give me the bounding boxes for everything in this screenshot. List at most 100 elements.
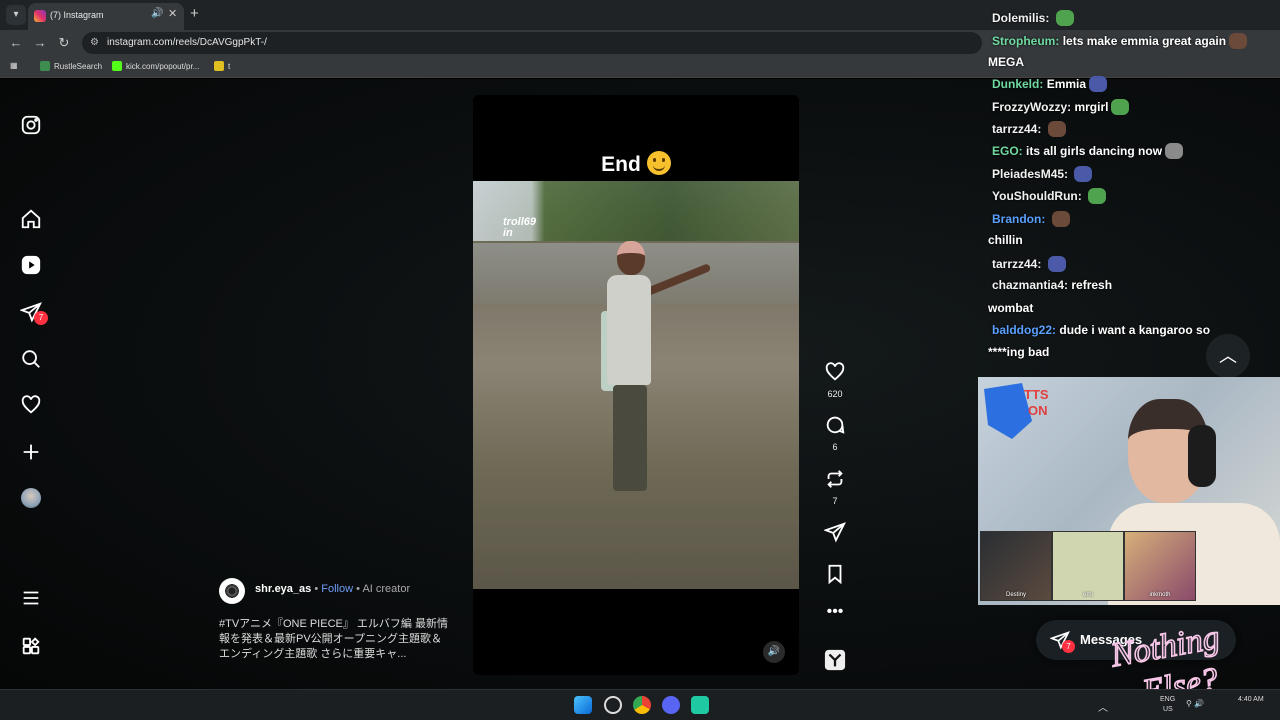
chat-message: MEGA	[988, 55, 1024, 69]
wifi-volume-icons[interactable]: ⚲ 🔊	[1186, 699, 1204, 708]
share-button[interactable]	[820, 521, 850, 548]
chat-username[interactable]: tarrzz44:	[992, 257, 1041, 271]
clock-time[interactable]: 4:40 AM	[1238, 696, 1264, 703]
guest-tile-label: emi	[1083, 592, 1093, 598]
save-button[interactable]	[820, 563, 850, 590]
rustlesearch-icon	[40, 61, 50, 71]
video-watermark: troll69 in	[503, 216, 537, 239]
chat-message: Dolemilis:	[992, 10, 1077, 26]
author-tag: AI creator	[362, 583, 411, 595]
chat-text: ****ing bad	[988, 345, 1050, 359]
home-icon[interactable]	[20, 208, 42, 230]
audio-track-thumbnail[interactable]	[820, 649, 850, 676]
chat-username[interactable]: PleiadesM45:	[992, 167, 1068, 181]
chat-text: chillin	[988, 233, 1023, 247]
tts-sign-line-2: ON	[1028, 403, 1048, 418]
chat-text: MEGA	[988, 55, 1024, 69]
separator-dot: •	[314, 583, 319, 595]
guest-tile-label: inkmoth	[1149, 592, 1171, 598]
chat-message: chillin	[988, 233, 1023, 247]
guest-tile-2: emi	[1052, 531, 1124, 601]
close-tab-icon[interactable]: ✕	[168, 7, 177, 20]
author-name[interactable]: shr.eya_as	[255, 583, 311, 595]
chat-message: YouShouldRun:	[992, 188, 1109, 204]
reels-icon[interactable]	[20, 254, 42, 276]
guest-tile-3: inkmoth	[1124, 531, 1196, 601]
create-plus-icon[interactable]	[20, 441, 42, 463]
like-button[interactable]: 620	[820, 361, 850, 399]
overlay-text: End	[601, 153, 641, 176]
language-indicator[interactable]: ENG	[1160, 696, 1175, 703]
video-overlay-title: End	[473, 151, 799, 177]
author-avatar[interactable]	[219, 578, 245, 604]
discord-icon[interactable]	[662, 696, 680, 714]
chrome-icon[interactable]	[633, 696, 651, 714]
audio-thumbnail-icon	[824, 649, 846, 671]
browser-tab[interactable]: (7) Instagram 🔊 ✕	[28, 3, 184, 30]
chat-message: tarrzz44:	[992, 121, 1069, 137]
more-apps-icon[interactable]	[20, 635, 42, 657]
chat-text: lets make emmia great again	[1062, 34, 1227, 48]
volume-icon[interactable]: 🔊	[763, 641, 785, 663]
webcam-overlay: TTS ON Destiny emi inkmoth	[978, 377, 1280, 605]
repost-count: 7	[832, 496, 838, 506]
chat-text: refresh	[1071, 278, 1113, 292]
comment-button[interactable]: 6	[820, 414, 850, 452]
headset	[1188, 425, 1216, 487]
like-count: 620	[827, 389, 843, 399]
url-input[interactable]: ⚙ instagram.com/reels/DcAVGgpPkT-/	[82, 32, 982, 54]
tab-search-button[interactable]: ▾	[6, 5, 26, 25]
reload-icon[interactable]: ↻	[56, 35, 72, 51]
search-icon[interactable]	[20, 348, 42, 370]
messages-nav-icon[interactable]: 7	[19, 301, 48, 325]
chat-username[interactable]: YouShouldRun:	[992, 189, 1082, 203]
chat-username[interactable]: balddog22:	[992, 323, 1056, 337]
chat-username[interactable]: Brandon:	[992, 212, 1045, 226]
profile-avatar[interactable]	[21, 488, 41, 508]
scroll-up-chevron-icon[interactable]: ︿	[1206, 334, 1250, 378]
smiley-emoji-icon	[646, 151, 671, 175]
repost-button[interactable]: 7	[820, 468, 850, 506]
obs-icon[interactable]	[604, 696, 622, 714]
messages-badge: 7	[1062, 640, 1075, 653]
heart-nav-icon[interactable]	[20, 394, 42, 416]
audio-app-icon[interactable]	[691, 696, 709, 714]
forward-icon[interactable]: →	[32, 35, 48, 50]
screen: ▾ (7) Instagram 🔊 ✕ + ← → ↻ ⚙ instagram.…	[0, 0, 1280, 720]
tray-chevron-icon[interactable]: ︿	[1098, 699, 1108, 714]
chat-username[interactable]: tarrzz44:	[992, 122, 1041, 136]
share-icon	[823, 522, 846, 543]
guest-tile-1: Destiny	[980, 531, 1052, 601]
bookmark-kick[interactable]: kick.com/popout/pr...	[112, 61, 199, 71]
speaker-icon[interactable]: 🔊	[151, 8, 163, 19]
chat-username[interactable]: Dunkeld:	[992, 77, 1043, 91]
apps-grid-icon[interactable]: ▦	[10, 61, 18, 70]
separator-dot: •	[356, 583, 360, 595]
chat-message: Brandon:	[992, 211, 1073, 227]
reel-video[interactable]: End troll69 in 🔊	[473, 95, 799, 675]
instagram-favicon-icon	[34, 10, 46, 22]
chat-username[interactable]: chazmantia4:	[992, 278, 1068, 292]
windows-start-icon[interactable]	[574, 696, 592, 714]
chat-emote-icon	[1089, 76, 1108, 92]
chat-username[interactable]: FrozzyWozzy:	[992, 100, 1071, 114]
comment-icon	[826, 416, 845, 434]
chat-text: its all girls dancing now	[1026, 144, 1163, 158]
more-options-icon[interactable]: •••	[820, 603, 850, 621]
follow-button[interactable]: Follow	[321, 583, 353, 595]
instagram-logo-icon[interactable]	[20, 114, 42, 136]
bookmark-rustlesearch[interactable]: RustleSearch	[40, 61, 102, 71]
chat-emote-icon	[1088, 188, 1107, 204]
back-icon[interactable]: ←	[8, 35, 24, 50]
chat-username[interactable]: Stropheum:	[992, 34, 1059, 48]
chat-username[interactable]: Dolemilis:	[992, 11, 1049, 25]
site-info-icon[interactable]: ⚙	[90, 37, 99, 48]
new-tab-button[interactable]: +	[190, 5, 199, 22]
menu-hamburger-icon[interactable]	[20, 587, 42, 609]
reel-caption[interactable]: #TVアニメ『ONE PIECE』 エルバフ編 最新情報を発表＆最新PV公開オー…	[219, 617, 449, 662]
kick-icon	[112, 61, 122, 71]
bookmark-t[interactable]: t	[214, 61, 230, 71]
chat-username[interactable]: EGO:	[992, 144, 1023, 158]
chat-emote-icon	[1165, 143, 1184, 159]
tts-sign-line-1: TTS	[1024, 387, 1049, 402]
